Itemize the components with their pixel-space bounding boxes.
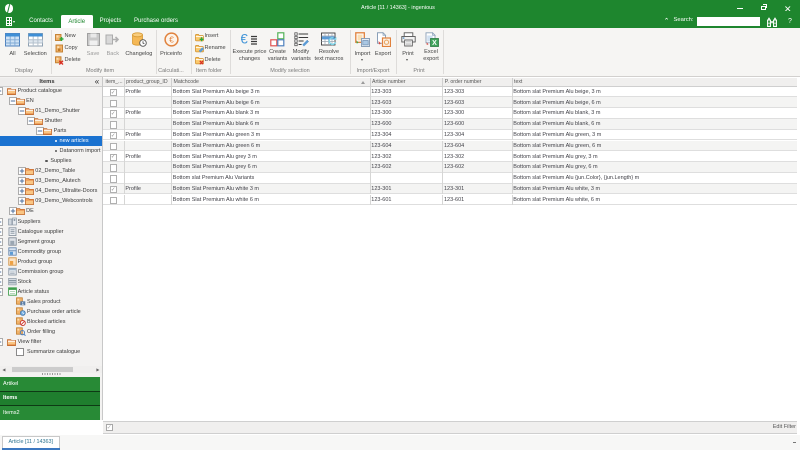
- svg-text:€: €: [241, 31, 248, 46]
- svg-text:€: €: [169, 34, 174, 44]
- svg-text:X: X: [432, 40, 437, 47]
